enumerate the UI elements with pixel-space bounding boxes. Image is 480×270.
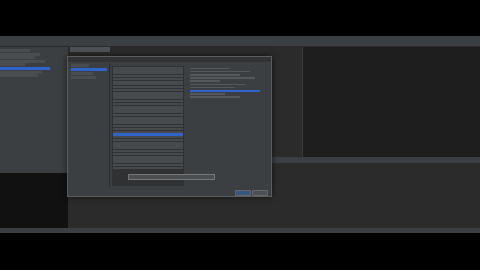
tree-item[interactable] (0, 49, 30, 52)
tree-item[interactable] (0, 59, 45, 63)
tree-item[interactable] (0, 63, 25, 67)
detail-line (190, 83, 245, 86)
list-item[interactable] (113, 166, 183, 169)
detail-line (190, 89, 260, 92)
status-bar (0, 228, 480, 233)
tree-item[interactable] (0, 56, 35, 60)
dialog-sidebar (69, 63, 110, 187)
settings-list (112, 66, 184, 186)
terminal-panel (0, 173, 68, 233)
detail-line (190, 93, 225, 95)
dialog-title-bar (68, 57, 271, 62)
detail-line (190, 67, 230, 70)
detail-line (190, 70, 250, 73)
settings-dialog (67, 56, 272, 197)
detail-line (190, 96, 240, 98)
sidebar-item[interactable] (71, 76, 96, 79)
editor-tab[interactable] (70, 47, 110, 52)
sidebar-item[interactable] (71, 64, 89, 67)
sidebar-item[interactable] (71, 72, 93, 75)
right-panel (302, 47, 480, 157)
tree-item[interactable] (0, 70, 42, 74)
cancel-button[interactable] (252, 190, 268, 196)
detail-line (190, 80, 220, 82)
tooltip (128, 174, 215, 180)
detail-line (190, 73, 240, 76)
console-area (270, 163, 480, 233)
project-panel (0, 47, 68, 173)
detail-line (190, 86, 235, 89)
ok-button[interactable] (235, 190, 251, 196)
tree-item[interactable] (0, 66, 50, 70)
tree-item[interactable] (0, 52, 40, 56)
settings-detail (188, 66, 268, 186)
detail-line (190, 77, 255, 79)
sidebar-item-selected[interactable] (71, 68, 107, 71)
tree-item[interactable] (0, 74, 38, 78)
